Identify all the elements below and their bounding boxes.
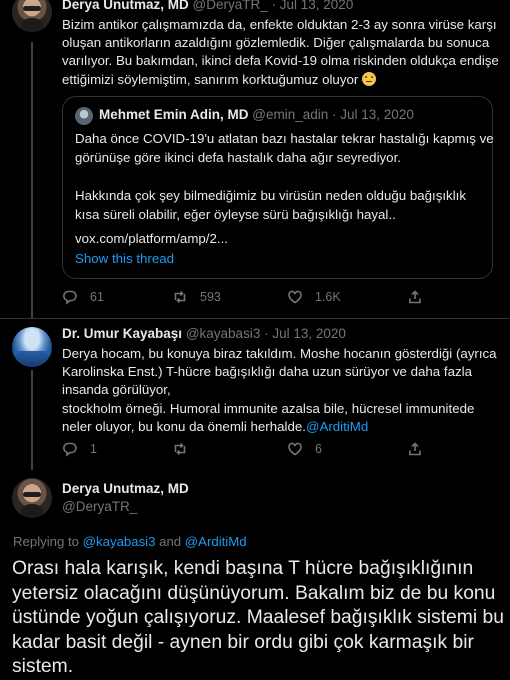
tweet-line: neler oluyor, bu konu da önemli herhalde…	[62, 418, 497, 436]
tweet-derya-1[interactable]: Derya Unutmaz, MD @DeryaTR_ · Jul 13, 20…	[0, 0, 510, 318]
tweet-line: insanda görülüyor,	[62, 382, 171, 398]
tweet-line: Bizim antikor çalışmamızda da, enfekte o…	[62, 17, 497, 32]
mention-link[interactable]: @ArditiMd	[306, 419, 368, 434]
focused-tweet-text: Orası hala karışık, kendi başına T hücre…	[12, 557, 504, 680]
share-button[interactable]	[407, 289, 423, 305]
tweet-line: sistem.	[12, 656, 74, 677]
heart-icon	[288, 290, 302, 304]
tweet-divider	[0, 318, 510, 319]
reply-count: 61	[90, 290, 104, 304]
quoted-tweet-header: Mehmet Emin Adin, MD @emin_adin · Jul 13…	[99, 107, 414, 122]
avatar	[75, 107, 93, 125]
tweet-line: ettiğimizi söylemiştim, sanırım korktuğu…	[62, 71, 499, 89]
tweet-line: stockholm örneği. Humoral immunite azals…	[62, 400, 475, 416]
thread-connector-line	[31, 42, 33, 318]
author-meta[interactable]: @kayabasi3 · Jul 13, 2020	[186, 326, 346, 341]
tweet-line-text: ettiğimizi söylemiştim, sanırım korktuğu…	[62, 71, 359, 87]
mention-link[interactable]: @kayabasi3	[83, 534, 156, 549]
like-count: 1.6K	[315, 290, 341, 304]
avatar[interactable]	[12, 0, 52, 32]
author-name[interactable]: Dr. Umur Kayabaşı	[62, 326, 182, 341]
author-name[interactable]: Derya Unutmaz, MD	[62, 0, 189, 12]
tweet-text: Bizim antikor çalışmamızda da, enfekte o…	[62, 16, 499, 89]
tweet-line: yetersiz olacağını düşünüyorum. Bakalım …	[12, 582, 496, 604]
tweet-header: Dr. Umur Kayabaşı @kayabasi3 · Jul 13, 2…	[62, 326, 346, 341]
quoted-tweet-text: Daha önce COVID-19'u atlatan bazı hastal…	[75, 129, 494, 224]
replying-and: and	[159, 534, 182, 549]
tweet-line: Orası hala karışık, kendi başına T hücre…	[12, 558, 474, 579]
mention-link[interactable]: @ArditiMd	[185, 534, 247, 549]
quoted-author-name: Mehmet Emin Adin, MD	[99, 107, 249, 122]
like-count: 6	[315, 442, 322, 456]
thread-connector-line	[31, 370, 33, 470]
quoted-line: Hakkında çok şey bilmediğimiz bu virüsün…	[75, 188, 466, 203]
reply-count: 1	[90, 442, 97, 456]
worried-face-emoji	[362, 71, 377, 86]
retweet-count: 593	[200, 290, 221, 304]
share-icon	[409, 442, 421, 456]
avatar[interactable]	[12, 478, 52, 518]
tweet-header: Derya Unutmaz, MD @DeryaTR_ · Jul 13, 20…	[62, 0, 353, 12]
retweet-icon	[174, 442, 186, 456]
tweet-line: üstünde yoğun çalışıyoruz. Maalesef bağı…	[12, 607, 504, 628]
reply-button[interactable]: 1	[62, 441, 97, 457]
like-button[interactable]: 1.6K	[287, 289, 341, 305]
show-thread-link[interactable]: Show this thread	[75, 251, 174, 266]
reply-icon	[63, 442, 77, 457]
replying-to: Replying to @kayabasi3 and @ArditiMd	[13, 534, 247, 549]
quoted-link[interactable]: vox.com/platform/amp/2...	[75, 231, 228, 246]
quoted-line: kısa süreli olabilir, eğer öyleyse sürü …	[75, 207, 396, 222]
like-button[interactable]: 6	[287, 441, 322, 457]
focused-tweet-header: Derya Unutmaz, MD @DeryaTR_	[62, 480, 189, 516]
quoted-line: Daha önce COVID-19'u atlatan bazı hastal…	[75, 131, 494, 146]
tweet-line: varılıyor. Bu bakımdan, ikinci defa Kovi…	[62, 53, 499, 69]
share-icon	[409, 290, 421, 304]
tweet-line: kadar basit değil - aynen bir ordu gibi …	[12, 631, 474, 653]
retweet-button[interactable]	[172, 441, 188, 457]
tweet-line-text: neler oluyor, bu konu da önemli herhalde…	[62, 418, 306, 434]
tweet-text: Derya hocam, bu konuya biraz takıldım. M…	[62, 345, 497, 436]
reply-button[interactable]: 61	[62, 289, 104, 305]
share-button[interactable]	[407, 441, 423, 457]
tweet-line: Derya hocam, bu konuya biraz takıldım. M…	[62, 346, 497, 361]
avatar[interactable]	[12, 327, 52, 367]
author-handle[interactable]: @DeryaTR_	[62, 498, 189, 516]
tweet-line: oluşan antikorların azaldığını gözlemled…	[62, 35, 490, 51]
heart-icon	[288, 442, 302, 456]
retweet-button[interactable]: 593	[172, 289, 221, 305]
author-meta[interactable]: @DeryaTR_ · Jul 13, 2020	[193, 0, 354, 12]
retweet-icon	[174, 290, 186, 304]
quoted-author-meta: @emin_adin · Jul 13, 2020	[252, 107, 414, 122]
tweet-line: Karolinska Enst.) T-hücre bağışıklığı da…	[62, 364, 472, 380]
reply-icon	[63, 290, 77, 305]
replying-prefix: Replying to	[13, 534, 79, 549]
quoted-tweet[interactable]: Mehmet Emin Adin, MD @emin_adin · Jul 13…	[62, 96, 494, 279]
author-name[interactable]: Derya Unutmaz, MD	[62, 480, 189, 498]
quoted-line: görünüşe göre ikinci defa hastalık daha …	[75, 150, 401, 165]
